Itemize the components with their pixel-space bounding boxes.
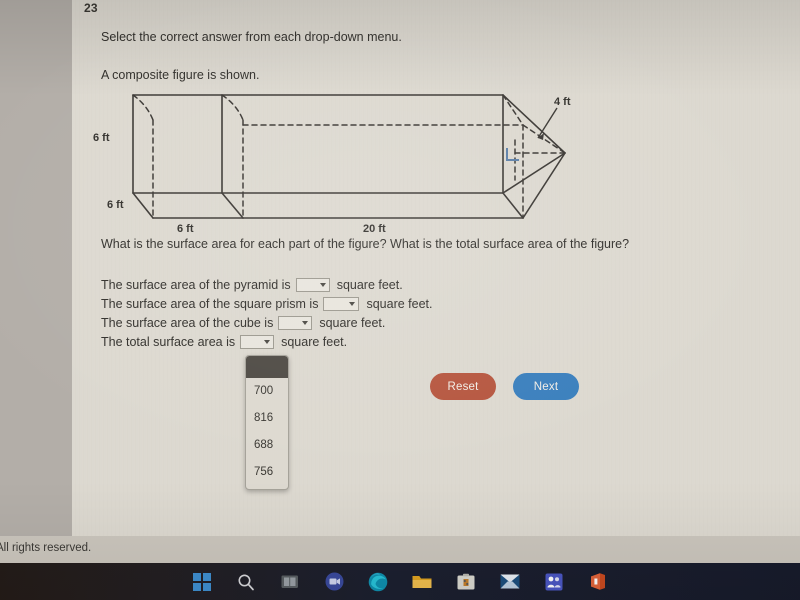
question-number: 23 [84,1,98,15]
composite-figure-svg [132,94,566,219]
statement-row-pyramid: The surface area of the pyramid is squar… [101,278,403,292]
label-cube-depth: 6 ft [107,199,124,211]
composite-figure: 6 ft 6 ft 6 ft 20 ft 4 ft [93,80,615,235]
windows-taskbar [0,563,800,600]
dropdown-pyramid[interactable] [295,278,330,292]
windows-start-icon[interactable] [191,571,213,593]
statement-label-pyramid: The surface area of the pyramid is [101,278,291,292]
taskbar-icon-tray [0,563,800,600]
label-prism-length: 20 ft [363,223,386,235]
label-cube-height: 6 ft [93,132,110,144]
statement-row-cube: The surface area of the cube is square f… [101,316,385,330]
label-cube-width: 6 ft [177,223,194,235]
instruction-text: Select the correct answer from each drop… [101,30,402,44]
office-icon[interactable] [587,571,609,593]
file-explorer-icon[interactable] [411,571,433,593]
right-angle-marker [506,148,519,161]
statement-unit-square-prism: square feet. [366,297,433,311]
reset-button[interactable]: Reset [430,373,496,400]
dropdown-option-3[interactable]: 756 [246,459,288,486]
question-prompt: What is the surface area for each part o… [101,237,630,251]
next-button[interactable]: Next [513,373,579,400]
edge-browser-icon[interactable] [367,571,389,593]
statement-label-square-prism: The surface area of the square prism is [101,297,319,311]
statement-unit-pyramid: square feet. [336,278,403,292]
footer-strip [0,536,800,563]
dropdown-option-selected[interactable] [246,356,288,378]
label-pyramid-slant: 4 ft [554,96,571,108]
screenshot-root: 23 Select the correct answer from each d… [0,0,800,600]
teams-icon[interactable] [543,571,565,593]
dropdown-square-prism[interactable] [323,297,360,311]
chevron-down-icon [349,302,356,306]
teams-chat-icon[interactable] [323,571,345,593]
statement-row-square-prism: The surface area of the square prism is … [101,297,432,311]
task-view-icon[interactable] [279,571,301,593]
microsoft-store-icon[interactable] [455,571,477,593]
footer-copyright-text: All rights reserved. [0,542,92,554]
dropdown-option-0[interactable]: 700 [246,378,288,405]
chevron-down-icon [319,283,326,287]
statement-unit-cube: square feet. [319,316,386,330]
mail-icon[interactable] [499,571,521,593]
dropdown-option-2[interactable]: 688 [246,432,288,459]
statement-row-total: The total surface area is square feet. [101,335,347,349]
statement-unit-total: square feet. [281,335,348,349]
chevron-down-icon [264,340,271,344]
statement-label-cube: The surface area of the cube is [101,316,274,330]
dropdown-option-1[interactable]: 816 [246,405,288,432]
chevron-down-icon [302,321,309,325]
statement-label-total: The total surface area is [101,335,236,349]
dropdown-cube[interactable] [278,316,313,330]
dropdown-option-list[interactable]: 700 816 688 756 [245,355,289,490]
search-icon[interactable] [235,571,257,593]
dropdown-total[interactable] [240,335,275,349]
photo-left-gutter [0,0,72,536]
